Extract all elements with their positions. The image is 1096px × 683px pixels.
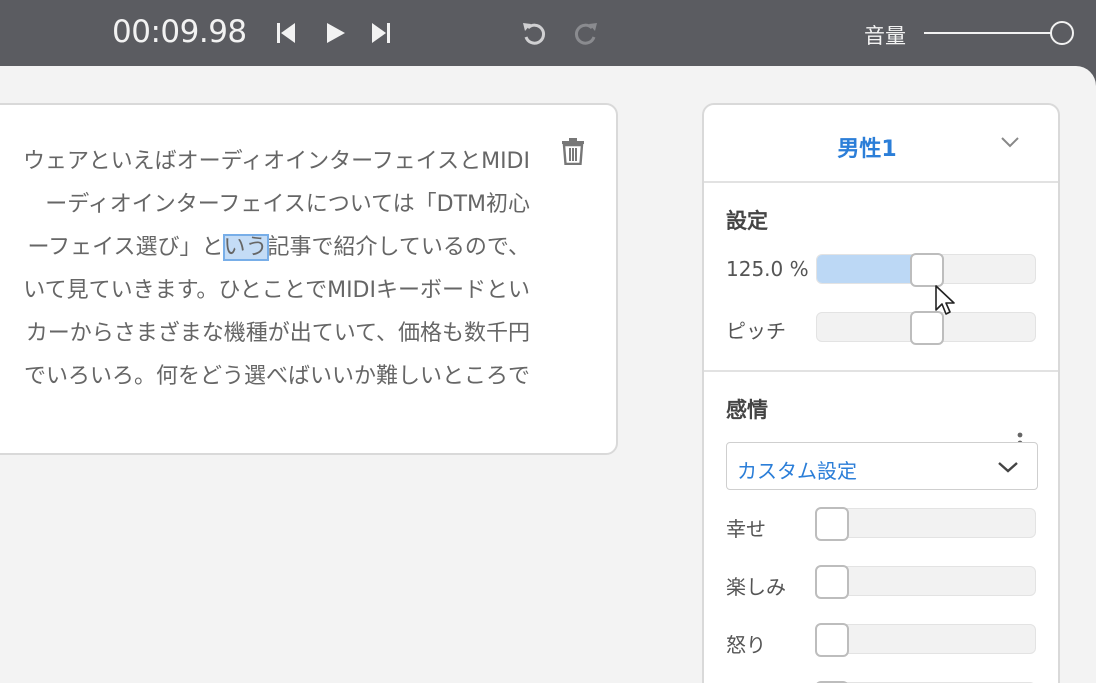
emotion-thumb-happy[interactable] — [815, 507, 849, 541]
emotion-title: 感情 — [726, 398, 768, 422]
text-line: カーからさまざまな機種が出ていて、価格も数千円 — [25, 321, 530, 346]
emotion-slider-happy[interactable] — [815, 507, 1036, 541]
pitch-slider[interactable] — [816, 311, 1036, 345]
text-segment: ーフェイス選び」と — [27, 235, 224, 260]
mouse-cursor-icon — [935, 285, 955, 315]
redo-button[interactable] — [571, 18, 601, 48]
emotion-thumb-fun[interactable] — [815, 565, 849, 599]
transport-bar: 00:09.98 音量 — [0, 0, 1096, 66]
play-icon — [327, 23, 345, 43]
divider — [704, 370, 1058, 372]
emotion-slider-angry[interactable] — [815, 623, 1036, 657]
undo-button[interactable] — [519, 18, 549, 48]
text-content[interactable]: ウェアといえばオーディオインターフェイスとMIDI ーディオインターフェイスにつ… — [0, 131, 530, 431]
voice-settings-panel: 男性1 設定 125.0 % ピッチ 感情 カスタム設定 幸せ 楽しみ 怒り — [702, 103, 1060, 683]
text-block[interactable]: ウェアといえばオーディオインターフェイスとMIDI ーディオインターフェイスにつ… — [0, 103, 618, 455]
voice-name: 男性1 — [837, 137, 897, 162]
chevron-down-icon — [1001, 137, 1019, 148]
emotion-label-fun: 楽しみ — [726, 575, 786, 599]
speed-thumb[interactable] — [910, 253, 944, 287]
redo-icon — [574, 23, 597, 45]
volume-track — [924, 32, 1062, 34]
skip-back-icon — [277, 23, 295, 43]
text-line: ウェアといえばオーディオインターフェイスとMIDI — [23, 149, 530, 174]
emotion-slider-fun[interactable] — [815, 565, 1036, 599]
pitch-label: ピッチ — [726, 319, 786, 343]
text-segment: 記事で紹介しているので、 — [267, 235, 530, 260]
settings-title: 設定 — [726, 209, 768, 233]
emotion-thumb-angry[interactable] — [815, 623, 849, 657]
text-line: でいろいろ。何をどう選べばいいか難しいところで — [23, 364, 530, 389]
voice-selector[interactable]: 男性1 — [704, 105, 1058, 183]
emotion-label-angry: 怒り — [726, 633, 766, 657]
selected-text[interactable]: いう — [222, 234, 269, 261]
emotion-preset-value: カスタム設定 — [737, 459, 857, 483]
volume-label: 音量 — [864, 24, 906, 48]
playback-time: 00:09.98 — [112, 14, 247, 50]
speed-label: 125.0 % — [726, 257, 809, 281]
skip-back-button[interactable] — [271, 18, 301, 48]
play-button[interactable] — [320, 18, 350, 48]
skip-forward-button[interactable] — [366, 18, 396, 48]
emotion-label-happy: 幸せ — [726, 517, 766, 541]
volume-thumb[interactable] — [1050, 21, 1074, 45]
pitch-thumb[interactable] — [910, 311, 944, 345]
speed-slider[interactable] — [816, 253, 1036, 287]
trash-icon[interactable] — [560, 137, 586, 165]
emotion-preset-select[interactable]: カスタム設定 — [726, 442, 1038, 490]
text-line: ーフェイス選び」という記事で紹介しているので、 — [27, 233, 530, 263]
text-line: いて見ていきます。ひとことでMIDIキーボードとい — [23, 278, 530, 303]
skip-forward-icon — [372, 23, 390, 43]
main-area: ウェアといえばオーディオインターフェイスとMIDI ーディオインターフェイスにつ… — [0, 66, 1096, 683]
volume-slider[interactable] — [924, 20, 1076, 46]
undo-icon — [523, 23, 546, 45]
text-line: ーディオインターフェイスについては「DTM初心 — [45, 192, 530, 217]
chevron-down-icon — [998, 462, 1018, 473]
